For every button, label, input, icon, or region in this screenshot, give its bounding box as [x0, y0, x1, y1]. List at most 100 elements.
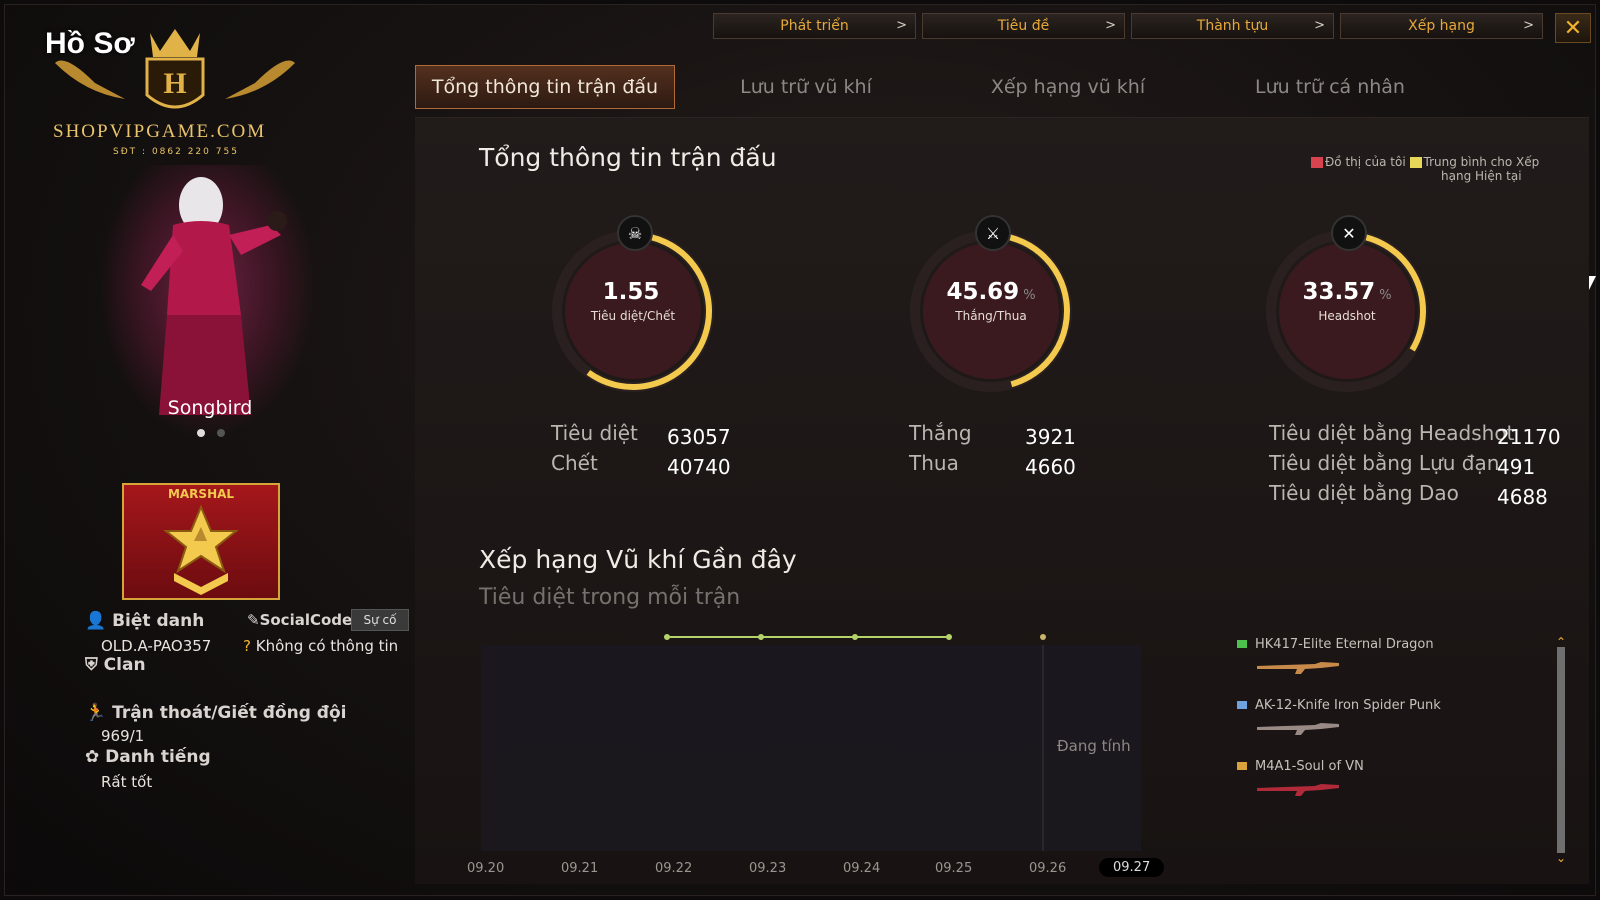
weapons-title: Xếp hạng Vũ khí Gần đây	[479, 545, 797, 574]
date-tick: 09.20	[467, 861, 505, 876]
gauge-winrate: ⚔ 45.69% Thắng/Thua	[901, 215, 1081, 401]
watermark-phone: SĐT : 0862 220 755	[113, 147, 239, 157]
list-item[interactable]: M4A1-Soul of VN	[1237, 759, 1567, 820]
rank-label: MARSHAL	[167, 487, 235, 501]
rifle-icon	[1257, 662, 1339, 674]
data-point	[1040, 634, 1046, 640]
character-figure	[141, 177, 287, 415]
gauge-value: 45.69%	[946, 279, 1036, 305]
tab-match-summary[interactable]: Tổng thông tin trận đấu	[415, 65, 675, 109]
section-title: Tổng thông tin trận đấu	[479, 143, 777, 172]
stat-wins-value: 3921	[1025, 425, 1076, 449]
legend-average-line2: hạng Hiện tại	[1441, 169, 1522, 183]
gauge-label: Tiêu diệt/Chết	[590, 309, 676, 323]
chevron-right-icon: >	[896, 18, 907, 33]
stat-kills-value: 63057	[667, 425, 731, 449]
data-point	[664, 634, 670, 640]
character-portrait[interactable]	[101, 165, 313, 435]
weapon-color-swatch	[1237, 762, 1247, 770]
date-tick-current[interactable]: 09.27	[1099, 858, 1165, 877]
weapon-list-scrollbar[interactable]: ⌃ ⌄	[1553, 636, 1569, 864]
calculating-label: Đang tính	[1057, 737, 1131, 755]
stat-knife-kills-value: 4688	[1497, 485, 1548, 509]
nav-achievements[interactable]: Thành tựu >	[1131, 13, 1334, 39]
nav-title[interactable]: Tiêu đề >	[922, 13, 1125, 39]
person-icon: 👤	[85, 611, 107, 631]
legend-average: Trung bình cho Xếp	[1423, 155, 1540, 169]
svg-text:H: H	[163, 67, 186, 100]
gauge-value: 33.57%	[1302, 279, 1392, 305]
data-point	[758, 634, 764, 640]
stat-knife-kills-label: Tiêu diệt bằng Dao	[1269, 481, 1459, 505]
stat-losses-value: 4660	[1025, 455, 1076, 479]
data-point	[852, 634, 858, 640]
clan-label: ⛨ Clan	[85, 655, 146, 675]
tab-personal-archive[interactable]: Lưu trữ cá nhân	[1199, 65, 1461, 109]
date-tick: 09.24	[843, 861, 881, 876]
scroll-thumb[interactable]	[1557, 647, 1565, 853]
stat-headshot-kills-label: Tiêu diệt bằng Headshot	[1269, 421, 1515, 445]
rank-badge: MARSHAL	[122, 483, 280, 600]
profile-window: Hồ Sơ H SHOPVIPGAME.COM SĐT : 0862 220 7…	[4, 4, 1596, 896]
escape-label: 🏃 Trận thoát/Giết đồng đội	[85, 703, 347, 723]
date-tick: 09.21	[561, 861, 599, 876]
stat-kills-label: Tiêu diệt	[551, 421, 638, 445]
date-tick: 09.25	[935, 861, 973, 876]
chevron-right-icon: >	[1523, 18, 1534, 33]
tab-weapon-ranking[interactable]: Xếp hạng vũ khí	[937, 65, 1199, 109]
list-item[interactable]: AK-12-Knife Iron Spider Punk	[1237, 698, 1567, 759]
crossed-swords-icon: ⚔	[975, 215, 1011, 251]
close-icon: ✕	[1563, 15, 1583, 41]
star-insignia-icon	[163, 504, 239, 595]
crown-wings-emblem: H	[55, 29, 295, 109]
gauge-label: Thắng/Thua	[955, 309, 1027, 323]
date-tick: 09.22	[655, 861, 693, 876]
reputation-value: Rất tốt	[101, 773, 153, 791]
character-name: Songbird	[167, 397, 253, 419]
stat-losses-label: Thua	[909, 451, 959, 475]
carousel-dot[interactable]	[217, 429, 225, 437]
weapon-name: AK-12-Knife Iron Spider Punk	[1255, 698, 1441, 713]
skull-icon: ☠	[617, 215, 653, 251]
watermark-site: SHOPVIPGAME.COM	[53, 121, 267, 142]
legend-swatch-average	[1409, 157, 1422, 168]
date-tick: 09.23	[749, 861, 787, 876]
weapon-name: M4A1-Soul of VN	[1255, 759, 1364, 774]
stat-deaths-label: Chết	[551, 451, 598, 475]
weapons-subtitle: Tiêu diệt trong mỗi trận	[479, 585, 741, 610]
report-button[interactable]: Sự cố	[351, 609, 409, 631]
gauge-kd: ☠ 1.55 Tiêu diệt/Chết	[543, 215, 723, 401]
escape-value: 969/1	[101, 727, 145, 745]
gauge-headshot: ✕ 33.57% Headshot	[1257, 215, 1437, 401]
tab-weapon-archive[interactable]: Lưu trữ vũ khí	[675, 65, 937, 109]
carousel-dot[interactable]	[197, 429, 205, 437]
nickname-label: 👤 Biệt danh	[85, 611, 205, 631]
tag-icon: ✎	[247, 611, 260, 629]
kills-per-match-chart: Đang tính	[481, 625, 1141, 855]
reputation-label: ✿ Danh tiếng	[85, 747, 211, 767]
list-item[interactable]: HK417-Elite Eternal Dragon	[1237, 637, 1567, 698]
chart-svg	[481, 634, 1141, 851]
shield-icon: ⛨	[85, 655, 98, 675]
weapon-color-swatch	[1237, 701, 1247, 709]
chevron-right-icon: >	[1105, 18, 1116, 33]
nav-development[interactable]: Phát triển >	[713, 13, 916, 39]
close-button[interactable]: ✕	[1555, 13, 1591, 43]
flower-icon: ✿	[85, 747, 100, 767]
mouse-cursor	[1589, 276, 1596, 290]
nav-ranking[interactable]: Xếp hạng >	[1340, 13, 1543, 39]
socialcode-label: ✎SocialCode	[247, 611, 353, 629]
date-tick: 09.26	[1029, 861, 1067, 876]
logo: Hồ Sơ H SHOPVIPGAME.COM SĐT : 0862 220 7…	[45, 23, 305, 163]
chevron-right-icon: >	[1314, 18, 1325, 33]
stat-headshot-kills-value: 21170	[1497, 425, 1561, 449]
stat-deaths-value: 40740	[667, 455, 731, 479]
weapon-list: HK417-Elite Eternal Dragon AK-12-Knife I…	[1237, 637, 1567, 820]
weapon-name: HK417-Elite Eternal Dragon	[1255, 637, 1434, 652]
data-point	[946, 634, 952, 640]
question-icon: ?	[243, 637, 251, 655]
stat-grenade-kills-value: 491	[1497, 455, 1536, 479]
chevron-up-icon[interactable]: ⌃	[1553, 636, 1569, 648]
chevron-down-icon[interactable]: ⌄	[1553, 852, 1569, 864]
legend-mine: Đồ thị của tôi	[1325, 155, 1406, 169]
